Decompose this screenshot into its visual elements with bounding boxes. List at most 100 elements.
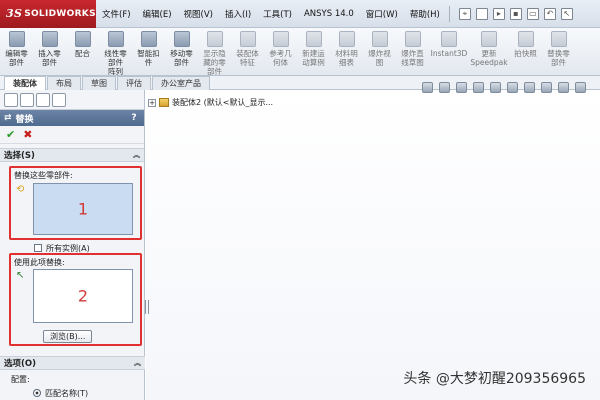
assembly-features-button[interactable]: 装配体 特征 (231, 31, 264, 67)
move-component-icon (173, 31, 190, 47)
tab-layout[interactable]: 布局 (47, 76, 81, 90)
configuration-label: 配置: (11, 375, 30, 384)
edit-component-button[interactable]: 编辑零 部件 (0, 31, 33, 67)
bill-of-materials-button[interactable]: 材料明 细表 (330, 31, 363, 67)
component-pick-icon: ⟲ (16, 184, 25, 195)
reference-geometry-icon (272, 31, 289, 47)
smart-fasteners-button[interactable]: 智能扣 件 (132, 31, 165, 67)
open-icon[interactable]: ▸ (492, 7, 505, 20)
previous-view-icon[interactable] (456, 82, 467, 93)
bom-icon (338, 31, 355, 47)
solidworks-logo[interactable]: 3S SOLIDWORKS (0, 0, 96, 28)
edit-appearance-icon[interactable] (541, 82, 552, 93)
graphics-area[interactable] (146, 90, 600, 400)
undo-icon[interactable]: ↶ (543, 7, 556, 20)
use-replacement-label: 使用此项替换: (14, 258, 65, 267)
feature-manager-icon[interactable] (4, 93, 18, 107)
exploded-view-icon (371, 31, 388, 47)
menu-help[interactable]: 帮助(H) (404, 8, 446, 20)
replace-components-label: 替换这些零部件: (14, 171, 73, 180)
expand-icon[interactable]: + (148, 98, 156, 107)
tool-label: 爆炸视 图 (368, 49, 391, 67)
logo-name: SOLIDWORKS (24, 8, 96, 19)
smart-fasteners-icon (140, 31, 157, 47)
show-hidden-icon (206, 31, 223, 47)
configuration-manager-icon[interactable] (36, 93, 50, 107)
tool-label: 移动零 部件 (170, 49, 193, 67)
replace-components-button[interactable]: 替换零 部件 (542, 31, 575, 67)
assembly-features-icon (239, 31, 256, 47)
explode-line-sketch-button[interactable]: 爆炸直 线草图 (396, 31, 429, 67)
save-icon[interactable]: ▪ (509, 7, 522, 20)
select-icon[interactable]: ↖ (560, 7, 573, 20)
replace-components-icon (550, 31, 567, 47)
take-snapshot-button[interactable]: 拍快照 (509, 31, 542, 58)
collapse-chevron-icon[interactable]: ︽ (134, 358, 141, 368)
panel-splitter-handle[interactable] (145, 300, 149, 314)
help-icon[interactable]: ? (128, 113, 140, 123)
tool-label: 编辑零 部件 (5, 49, 28, 67)
menu-bar: 3S SOLIDWORKS 文件(F) 编辑(E) 视图(V) 插入(I) 工具… (0, 0, 600, 28)
menu-file[interactable]: 文件(F) (96, 8, 137, 20)
instant3d-button[interactable]: Instant3D (429, 31, 469, 58)
view-orientation-icon[interactable] (490, 82, 501, 93)
update-speedpak-button[interactable]: 更新 Speedpak (469, 31, 509, 67)
property-manager-header: ⇄ 替换 ? (0, 110, 144, 126)
replace-selection-box[interactable]: 1 (33, 183, 133, 235)
new-motion-study-button[interactable]: 新建运 动算例 (297, 31, 330, 67)
property-manager-actions: ✔ ✖ (0, 126, 144, 144)
selection-group-header[interactable]: 选择(S) ︽ (0, 148, 144, 162)
property-manager-icon[interactable] (20, 93, 34, 107)
box-number-2: 2 (77, 286, 89, 306)
scene-icon[interactable] (558, 82, 569, 93)
instant3d-icon (441, 31, 457, 47)
cancel-icon[interactable]: ✖ (23, 128, 32, 141)
pointer-pick-icon: ↖ (16, 270, 25, 281)
view-settings-icon[interactable] (575, 82, 586, 93)
pin-icon[interactable]: ⌖ (458, 7, 471, 20)
menu-insert[interactable]: 插入(I) (219, 8, 257, 20)
options-group-header[interactable]: 选项(O) ︽ (0, 356, 145, 370)
menu-edit[interactable]: 编辑(E) (137, 8, 178, 20)
hide-show-items-icon[interactable] (524, 82, 535, 93)
tool-label: 替换零 部件 (547, 49, 570, 67)
display-manager-icon[interactable] (52, 93, 66, 107)
menu-separator (448, 5, 450, 22)
menu-tools[interactable]: 工具(T) (257, 8, 298, 20)
zoom-to-fit-icon[interactable] (422, 82, 433, 93)
replace-icon: ⇄ (4, 113, 12, 123)
tab-evaluate[interactable]: 评估 (117, 76, 151, 90)
collapse-chevron-icon[interactable]: ︽ (133, 150, 140, 160)
watermark-text: 头条 @大梦初醒209356965 (403, 371, 586, 387)
tab-sketch[interactable]: 草图 (82, 76, 116, 90)
tool-label: 材料明 细表 (335, 49, 358, 67)
menu-ansys[interactable]: ANSYS 14.0 (298, 9, 360, 19)
menu-view[interactable]: 视图(V) (178, 8, 219, 20)
menu-window[interactable]: 窗口(W) (360, 8, 404, 20)
tool-label: 线性零 部件 阵列 (104, 49, 127, 76)
new-document-icon[interactable] (475, 7, 488, 20)
tab-office-products[interactable]: 办公室产品 (152, 76, 210, 90)
reference-geometry-button[interactable]: 参考几 何体 (264, 31, 297, 67)
tool-label: 显示隐 藏的零 部件 (203, 49, 226, 76)
match-name-radio[interactable] (33, 389, 41, 397)
insert-component-button[interactable]: 插入零 部件 (33, 31, 66, 67)
tool-label: 新建运 动算例 (302, 49, 325, 67)
feature-tree-item[interactable]: + 装配体2 (默认<默认_显示... (148, 97, 273, 108)
heads-up-view-toolbar (422, 82, 586, 93)
replacement-file-box[interactable]: 2 (33, 269, 133, 323)
tab-assembly[interactable]: 装配体 (4, 76, 46, 90)
show-hidden-components-button[interactable]: 显示隐 藏的零 部件 (198, 31, 231, 76)
ok-icon[interactable]: ✔ (6, 128, 15, 141)
exploded-view-button[interactable]: 爆炸视 图 (363, 31, 396, 67)
browse-button[interactable]: 浏览(B)... (43, 330, 93, 343)
zoom-area-icon[interactable] (439, 82, 450, 93)
section-view-icon[interactable] (473, 82, 484, 93)
move-component-button[interactable]: 移动零 部件 (165, 31, 198, 67)
all-instances-checkbox[interactable] (34, 244, 42, 252)
linear-pattern-button[interactable]: 线性零 部件 阵列 (99, 31, 132, 76)
print-icon[interactable]: ▭ (526, 7, 539, 20)
motion-study-icon (305, 31, 322, 47)
display-style-icon[interactable] (507, 82, 518, 93)
mate-button[interactable]: 配合 (66, 31, 99, 58)
